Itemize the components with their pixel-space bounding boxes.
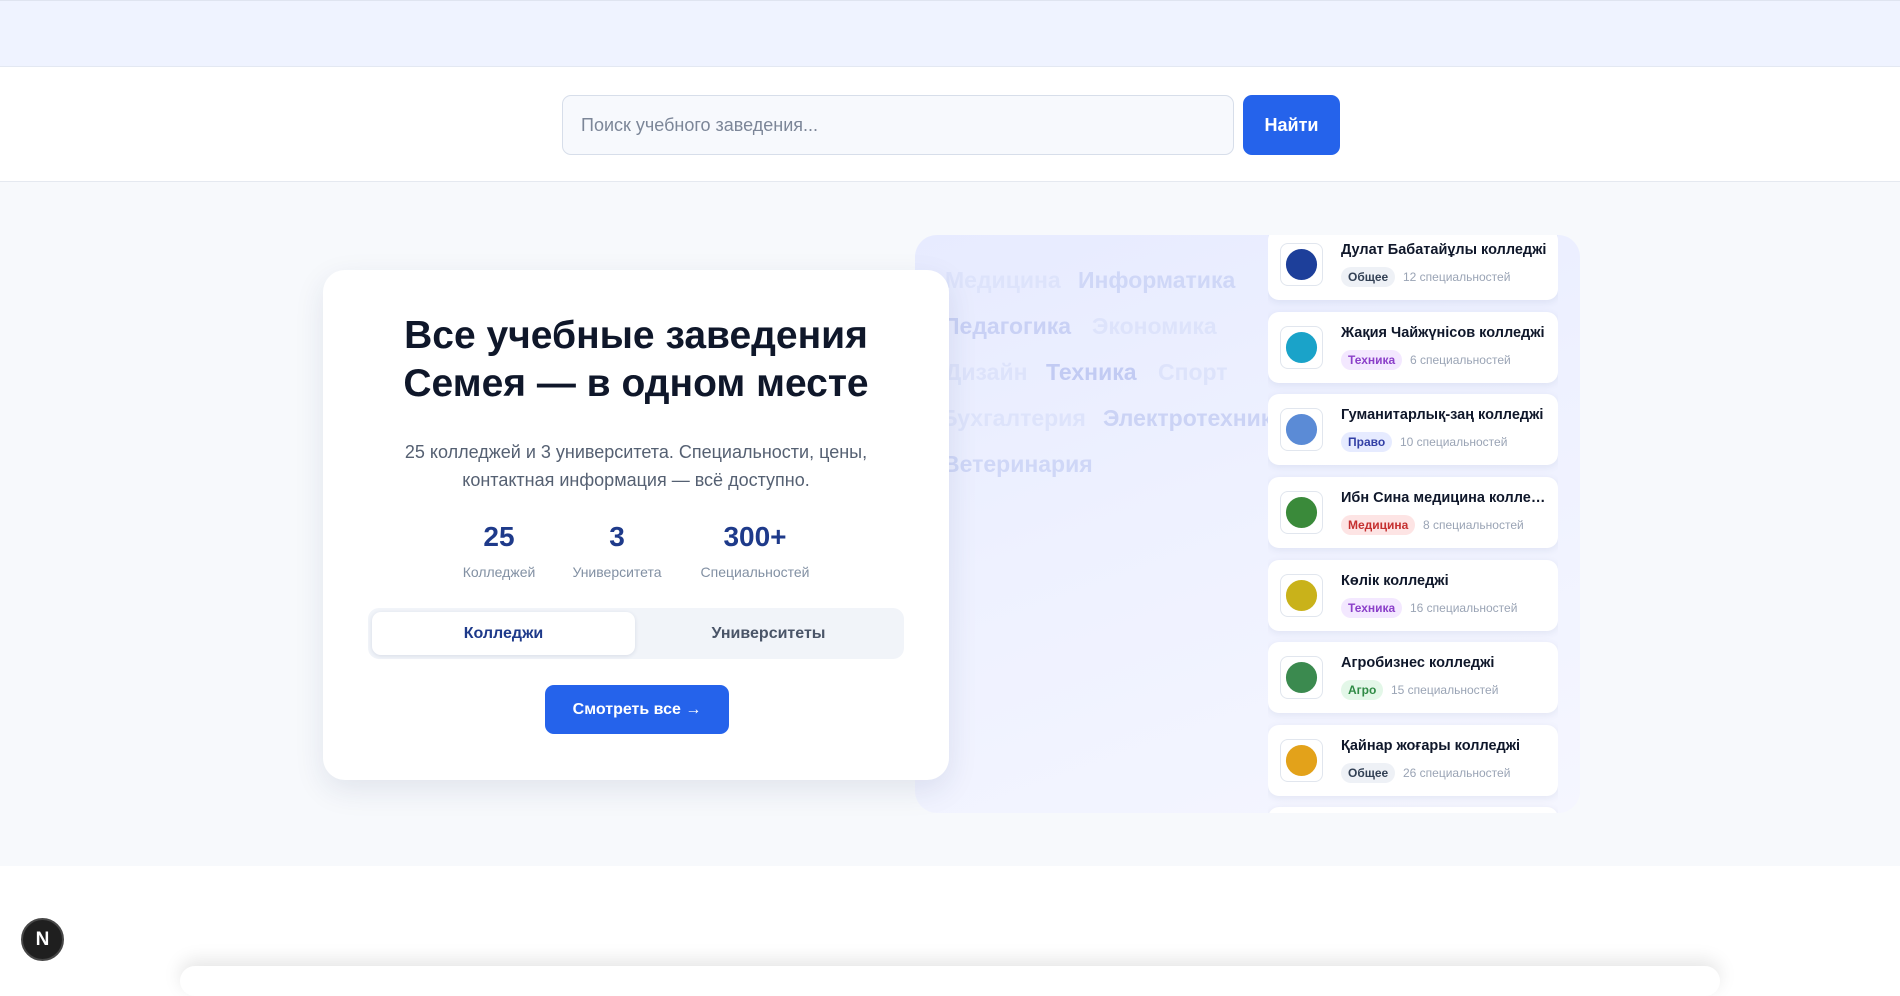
- dev-tools-button[interactable]: N: [21, 918, 64, 961]
- tag-informatics: Информатика: [1078, 267, 1236, 293]
- stats-row: 25 Колледжей 3 Университета 300+ Специал…: [323, 520, 949, 580]
- hero-subtitle: 25 колледжей и 3 университета. Специальн…: [393, 438, 879, 494]
- tag-technics: Техника: [1046, 359, 1137, 385]
- logo-shape: [1285, 496, 1318, 529]
- logo-shape: [1285, 744, 1318, 777]
- stat-label: Университета: [572, 564, 662, 580]
- tag-accounting: Бухгалтерия: [941, 405, 1086, 431]
- tag-medicine: Медицина: [945, 267, 1061, 293]
- hero-card: Все учебные заведения Семея — в одном ме…: [323, 270, 949, 780]
- specialty-count: 15 специальностей: [1391, 683, 1499, 697]
- logo-shape: [1285, 413, 1318, 446]
- college-logo: [1280, 739, 1323, 782]
- specialty-count: 8 специальностей: [1423, 518, 1524, 532]
- list-item[interactable]: Гуманитарлық-заң колледжі Право 10 специ…: [1268, 394, 1558, 465]
- category-badge: Техника: [1341, 350, 1403, 370]
- category-badge: Общее: [1341, 763, 1396, 783]
- search-bar: Найти: [0, 67, 1900, 182]
- college-logo: [1280, 656, 1323, 699]
- category-badge: Медицина: [1341, 515, 1416, 535]
- college-logo: [1280, 326, 1323, 369]
- institution-type-toggle: Колледжи Университеты: [368, 608, 904, 659]
- college-name: Ибн Сина медицина колледжі: [1341, 490, 1551, 506]
- category-badge: Агро: [1341, 680, 1384, 700]
- logo-shape: [1285, 248, 1318, 281]
- specialty-count: 12 специальностей: [1403, 270, 1511, 284]
- list-item[interactable]: Дулат Бабатайұлы колледжі Общее 12 специ…: [1268, 235, 1558, 300]
- logo-shape: [1285, 331, 1318, 364]
- college-name: Гуманитарлық-заң колледжі: [1341, 407, 1544, 423]
- hero-subtitle-line: контактная информация — всё доступно.: [462, 470, 810, 490]
- college-list[interactable]: Дулат Бабатайұлы колледжі Общее 12 специ…: [1268, 235, 1558, 813]
- hero-section: Все учебные заведения Семея — в одном ме…: [0, 182, 1900, 866]
- college-name: Дулат Бабатайұлы колледжі: [1341, 242, 1547, 258]
- stat-value: 3: [609, 521, 625, 552]
- tab-universities[interactable]: Университеты: [637, 612, 900, 655]
- college-name: Жақия Чайжүнісов колледжі: [1341, 325, 1545, 341]
- list-item[interactable]: Ибн Сина медицина колледжі Медицина 8 сп…: [1268, 477, 1558, 548]
- list-item[interactable]: [1268, 807, 1558, 813]
- list-item[interactable]: Қайнар жоғары колледжі Общее 26 специаль…: [1268, 725, 1558, 796]
- tag-electrotechnics: Электротехника: [1103, 405, 1286, 431]
- bottom-section-edge: [180, 966, 1720, 996]
- college-logo: [1280, 491, 1323, 534]
- search-button[interactable]: Найти: [1243, 95, 1340, 155]
- stat-specialties: 300+ Специальностей: [685, 520, 825, 580]
- stat-label: Специальностей: [700, 564, 810, 580]
- top-navbar: [0, 0, 1900, 67]
- specialty-count: 26 специальностей: [1403, 766, 1511, 780]
- tab-colleges[interactable]: Колледжи: [372, 612, 635, 655]
- tag-veterinary: Ветеринария: [943, 451, 1093, 477]
- logo-shape: [1285, 661, 1318, 694]
- tag-sport: Спорт: [1158, 359, 1228, 385]
- hero-title-line: Все учебные заведения: [404, 314, 868, 357]
- specialty-count: 6 специальностей: [1410, 353, 1511, 367]
- hero-title-line: Семея — в одном месте: [403, 362, 869, 405]
- list-item[interactable]: Жақия Чайжүнісов колледжі Техника 6 спец…: [1268, 312, 1558, 383]
- list-item[interactable]: Көлік колледжі Техника 16 специальностей: [1268, 560, 1558, 631]
- category-badge: Общее: [1341, 267, 1396, 287]
- college-logo: [1280, 243, 1323, 286]
- college-logo: [1280, 408, 1323, 451]
- category-badge: Техника: [1341, 598, 1403, 618]
- list-item[interactable]: Агробизнес колледжі Агро 15 специальност…: [1268, 642, 1558, 713]
- hero-subtitle-line: 25 колледжей и 3 университета. Специальн…: [404, 442, 868, 462]
- specialty-count: 10 специальностей: [1400, 435, 1508, 449]
- college-name: Көлік колледжі: [1341, 573, 1449, 589]
- stat-value: 300+: [723, 521, 787, 552]
- college-name: Агробизнес колледжі: [1341, 655, 1495, 671]
- specialty-count: 16 специальностей: [1410, 601, 1518, 615]
- logo-shape: [1285, 579, 1318, 612]
- category-badge: Право: [1341, 432, 1393, 452]
- tag-design: Дизайн: [945, 359, 1028, 385]
- tag-pedagogy: Педагогика: [943, 313, 1072, 339]
- college-logo: [1280, 574, 1323, 617]
- college-name: Қайнар жоғары колледжі: [1341, 738, 1521, 754]
- search-input[interactable]: [562, 95, 1234, 155]
- hero-title: Все учебные заведения Семея — в одном ме…: [323, 312, 949, 408]
- stat-universities: 3 Университета: [547, 520, 687, 580]
- view-all-button[interactable]: Смотреть все →: [545, 685, 729, 734]
- tag-economics: Экономика: [1092, 313, 1217, 339]
